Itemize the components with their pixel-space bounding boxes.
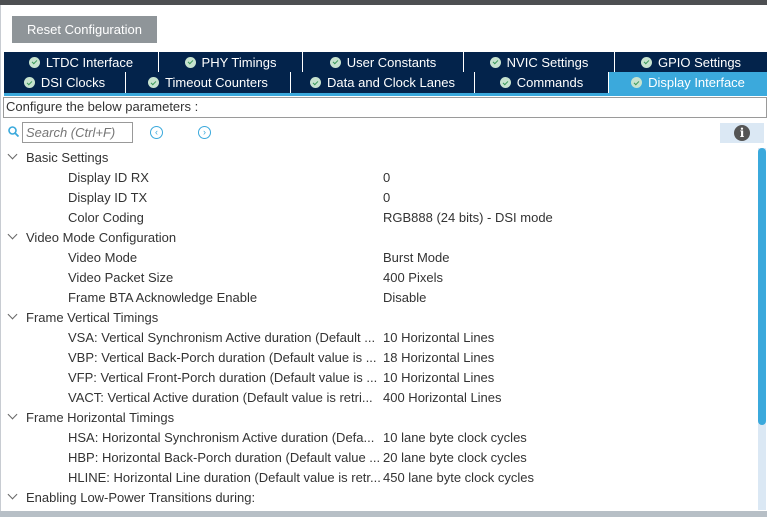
vertical-scrollbar-thumb[interactable] bbox=[758, 148, 766, 425]
parameter-row[interactable]: Display ID RX 0 bbox=[0, 167, 756, 187]
tree-group[interactable]: Frame Vertical Timings bbox=[0, 307, 756, 327]
parameter-label: Color Coding bbox=[68, 209, 144, 225]
parameter-row[interactable]: Frame BTA Acknowledge Enable Disable bbox=[0, 287, 756, 307]
tab-label: NVIC Settings bbox=[506, 54, 589, 70]
parameter-label: VFP: Vertical Front-Porch duration (Defa… bbox=[68, 369, 378, 385]
tab-commands[interactable]: Commands bbox=[475, 72, 609, 93]
parameter-value[interactable]: 400 Pixels bbox=[383, 270, 443, 285]
group-label: Enabling Low-Power Transitions during: bbox=[26, 489, 256, 505]
tab-data-and-clock-lanes[interactable]: Data and Clock Lanes bbox=[291, 72, 475, 93]
parameter-value[interactable]: 10 lane byte clock cycles bbox=[383, 430, 527, 445]
check-icon bbox=[184, 56, 196, 68]
parameter-label: Display ID TX bbox=[68, 189, 148, 205]
tab-label: Data and Clock Lanes bbox=[327, 75, 455, 90]
parameter-value[interactable]: Disable bbox=[383, 290, 426, 305]
reset-configuration-button[interactable]: Reset Configuration bbox=[12, 16, 157, 43]
horizontal-scrollbar[interactable] bbox=[0, 511, 767, 517]
check-icon bbox=[631, 77, 643, 88]
parameter-value[interactable]: 450 lane byte clock cycles bbox=[383, 470, 534, 485]
tab-row-1: LTDC Interface PHY Timings User Constant… bbox=[4, 52, 767, 72]
check-icon bbox=[329, 56, 341, 68]
check-icon bbox=[148, 77, 160, 88]
tab-ltdc-interface[interactable]: LTDC Interface bbox=[4, 52, 159, 72]
tab-label: User Constants bbox=[346, 54, 437, 70]
chevron-down-icon[interactable] bbox=[7, 229, 18, 240]
parameter-value[interactable]: 10 Horizontal Lines bbox=[383, 330, 494, 345]
tab-user-constants[interactable]: User Constants bbox=[303, 52, 464, 72]
tab-row-2: DSI Clocks Timeout Counters Data and Clo… bbox=[4, 72, 767, 93]
info-button[interactable]: i bbox=[720, 123, 764, 143]
tab-label: LTDC Interface bbox=[45, 54, 134, 70]
check-icon bbox=[640, 56, 652, 68]
tab-label: Timeout Counters bbox=[165, 75, 268, 90]
group-label: Frame Horizontal Timings bbox=[26, 409, 175, 425]
parameter-value[interactable]: 20 lane byte clock cycles bbox=[383, 450, 527, 465]
tab-nvic-settings[interactable]: NVIC Settings bbox=[464, 52, 615, 72]
parameter-row[interactable]: Video Mode Burst Mode bbox=[0, 247, 756, 267]
next-result-button[interactable]: › bbox=[198, 126, 211, 139]
parameter-label: HSA: Horizontal Synchronism Active durat… bbox=[68, 429, 375, 445]
chevron-down-icon[interactable] bbox=[7, 149, 18, 160]
tab-underline bbox=[4, 93, 767, 96]
search-input[interactable] bbox=[22, 122, 133, 143]
tab-label: DSI Clocks bbox=[40, 75, 106, 90]
group-label: Frame Vertical Timings bbox=[26, 309, 159, 325]
check-icon bbox=[489, 56, 501, 68]
parameter-row[interactable]: Video Packet Size 400 Pixels bbox=[0, 267, 756, 287]
group-label: Video Mode Configuration bbox=[26, 229, 177, 245]
tab-phy-timings[interactable]: PHY Timings bbox=[159, 52, 303, 72]
tree-group[interactable]: Video Mode Configuration bbox=[0, 227, 756, 247]
parameter-label: VSA: Vertical Synchronism Active duratio… bbox=[68, 329, 376, 345]
parameter-value[interactable]: Burst Mode bbox=[383, 250, 449, 265]
group-label: Basic Settings bbox=[26, 149, 109, 165]
check-icon bbox=[310, 77, 322, 88]
parameter-row[interactable]: VFP: Vertical Front-Porch duration (Defa… bbox=[0, 367, 756, 387]
parameter-label: VBP: Vertical Back-Porch duration (Defau… bbox=[68, 349, 377, 365]
parameter-value[interactable]: 10 Horizontal Lines bbox=[383, 370, 494, 385]
chevron-down-icon[interactable] bbox=[7, 309, 18, 320]
tree-group[interactable]: Enabling Low-Power Transitions during: bbox=[0, 487, 756, 507]
parameter-row[interactable]: Color Coding RGB888 (24 bits) - DSI mode bbox=[0, 207, 756, 227]
parameter-value[interactable]: 18 Horizontal Lines bbox=[383, 350, 494, 365]
check-icon bbox=[28, 56, 40, 68]
configure-header: Configure the below parameters : bbox=[3, 97, 767, 118]
parameter-tree: Basic Settings Display ID RX 0 Display ID T… bbox=[0, 147, 756, 507]
window-title-bar bbox=[0, 0, 767, 5]
previous-result-button[interactable]: ‹ bbox=[150, 126, 163, 139]
parameter-row[interactable]: HBP: Horizontal Back-Porch duration (Def… bbox=[0, 447, 756, 467]
parameter-value[interactable]: RGB888 (24 bits) - DSI mode bbox=[383, 210, 553, 225]
parameter-label: Frame BTA Acknowledge Enable bbox=[68, 289, 258, 305]
tab-dsi-clocks[interactable]: DSI Clocks bbox=[4, 72, 126, 93]
parameter-row[interactable]: VACT: Vertical Active duration (Default … bbox=[0, 387, 756, 407]
tab-label: Display Interface bbox=[648, 75, 745, 90]
parameter-row[interactable]: HSA: Horizontal Synchronism Active durat… bbox=[0, 427, 756, 447]
tab-display-interface[interactable]: Display Interface bbox=[609, 72, 767, 93]
parameter-label: Display ID RX bbox=[68, 169, 149, 185]
chevron-down-icon[interactable] bbox=[7, 409, 18, 420]
parameter-value[interactable]: 400 Horizontal Lines bbox=[383, 390, 502, 405]
parameter-value[interactable]: 0 bbox=[383, 170, 390, 185]
parameter-label: VACT: Vertical Active duration (Default … bbox=[68, 389, 373, 405]
parameter-label: Video Packet Size bbox=[68, 269, 174, 285]
parameter-row[interactable]: Display ID TX 0 bbox=[0, 187, 756, 207]
info-icon: i bbox=[734, 125, 750, 141]
parameter-value[interactable]: 0 bbox=[383, 190, 390, 205]
parameter-label: Video Mode bbox=[68, 249, 138, 265]
tab-label: PHY Timings bbox=[201, 54, 277, 70]
parameter-label: HBP: Horizontal Back-Porch duration (Def… bbox=[68, 449, 381, 465]
tab-label: GPIO Settings bbox=[657, 54, 742, 70]
parameter-label: HLINE: Horizontal Line duration (Default… bbox=[68, 469, 381, 485]
tree-group[interactable]: Frame Horizontal Timings bbox=[0, 407, 756, 427]
tab-gpio-settings[interactable]: GPIO Settings bbox=[615, 52, 767, 72]
chevron-down-icon[interactable] bbox=[7, 489, 18, 500]
parameter-row[interactable]: HLINE: Horizontal Line duration (Default… bbox=[0, 467, 756, 487]
search-icon bbox=[8, 126, 19, 137]
check-icon bbox=[23, 77, 35, 88]
parameter-row[interactable]: VSA: Vertical Synchronism Active duratio… bbox=[0, 327, 756, 347]
check-icon bbox=[499, 77, 511, 88]
tree-group[interactable]: Basic Settings bbox=[0, 147, 756, 167]
tab-label: Commands bbox=[516, 75, 584, 90]
parameter-row[interactable]: VBP: Vertical Back-Porch duration (Defau… bbox=[0, 347, 756, 367]
tab-timeout-counters[interactable]: Timeout Counters bbox=[126, 72, 291, 93]
